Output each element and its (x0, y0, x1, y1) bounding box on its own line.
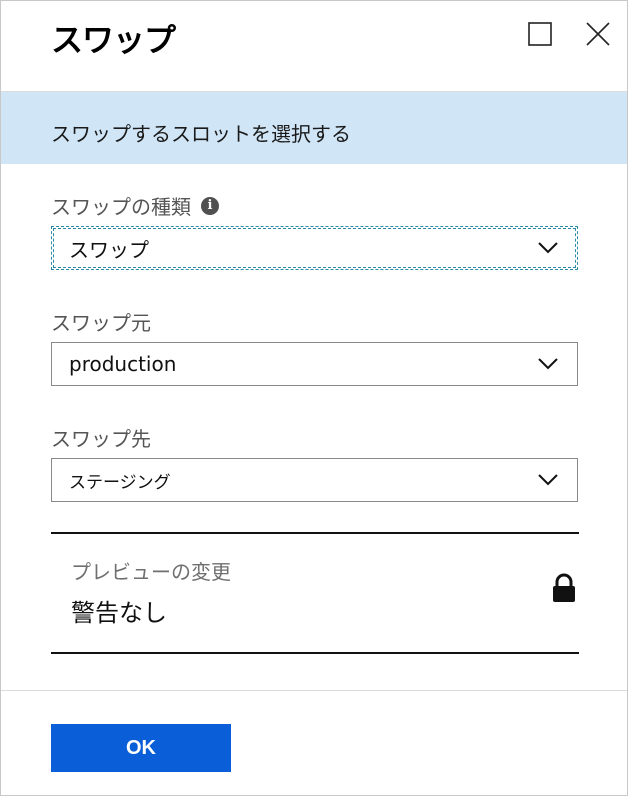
swap-dialog: スワップ スワップするスロットを選択する スワップの種類 i スワップ スワップ… (0, 0, 628, 796)
source-value: production (69, 352, 177, 376)
footer-separator (1, 690, 627, 691)
close-button[interactable] (583, 19, 613, 49)
source-label: スワップ元 (51, 307, 151, 336)
preview-divider-top (51, 532, 579, 534)
instruction-banner: スワップするスロットを選択する (1, 92, 627, 164)
target-value: ステージング (69, 472, 171, 493)
chevron-down-icon (538, 242, 558, 254)
banner-text: スワップするスロットを選択する (51, 122, 351, 146)
ok-button[interactable]: OK (51, 724, 231, 772)
swap-type-label: スワップの種類 i (51, 191, 219, 220)
maximize-button[interactable] (525, 19, 555, 49)
chevron-down-icon (538, 358, 558, 370)
preview-divider-bottom (51, 652, 579, 654)
preview-label: プレビューの変更 (71, 560, 231, 584)
close-icon (586, 22, 610, 46)
info-icon[interactable]: i (201, 196, 219, 215)
target-select[interactable]: ステージング (51, 458, 578, 502)
dialog-title: スワップ (51, 21, 176, 59)
swap-type-value: スワップ (69, 237, 149, 262)
lock-icon (553, 573, 575, 602)
chevron-down-icon (538, 474, 558, 486)
preview-value: 警告なし (71, 599, 167, 627)
swap-type-select[interactable]: スワップ (51, 226, 578, 270)
maximize-icon (528, 22, 552, 46)
target-label-text: スワップ先 (51, 427, 151, 451)
swap-type-label-text: スワップの種類 (51, 195, 191, 219)
source-label-text: スワップ元 (51, 311, 151, 335)
target-label: スワップ先 (51, 423, 151, 452)
dialog-header: スワップ (1, 1, 627, 92)
source-select[interactable]: production (51, 342, 578, 386)
